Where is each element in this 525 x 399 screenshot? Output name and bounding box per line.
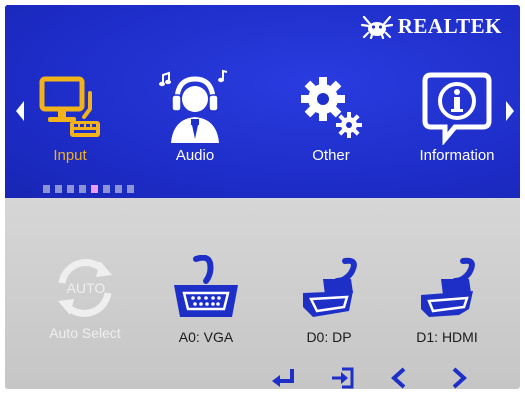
page-dot (103, 185, 110, 193)
brand: REALTEK (360, 13, 502, 39)
source-label: D1: HDMI (416, 329, 478, 345)
right-icon[interactable] (444, 367, 472, 389)
source-label: A0: VGA (178, 329, 234, 345)
page-dot (79, 185, 86, 193)
realtek-crab-logo-icon (360, 15, 393, 39)
hdmi-connector-icon (421, 257, 475, 317)
source-auto-select[interactable]: AUTO Auto Select (35, 255, 135, 341)
page-dot (127, 185, 134, 193)
menu-item-label: Information (419, 147, 495, 164)
enter-icon[interactable] (270, 367, 298, 389)
menu-item-other[interactable]: Other (281, 69, 381, 164)
menu-item-audio[interactable]: Audio (145, 69, 245, 164)
source-label: D0: DP (306, 329, 352, 345)
page-dot (43, 185, 50, 193)
hotkey-bar (270, 367, 472, 389)
monitor-keyboard-icon (39, 76, 100, 137)
menu-item-label: Other (312, 147, 350, 164)
source-a0-vga[interactable]: A0: VGA (156, 255, 256, 345)
gears-icon (301, 77, 362, 138)
auto-cycle-icon: AUTO (58, 259, 112, 317)
brand-name: REALTEK (397, 13, 502, 38)
page-dot (55, 185, 62, 193)
exit-icon[interactable] (328, 367, 356, 389)
osd-menu: REALTEK Input Audio Other Information AU… (5, 5, 520, 389)
auto-icon-text: AUTO (67, 280, 106, 296)
source-d0-dp[interactable]: D0: DP (279, 255, 379, 345)
menu-item-information[interactable]: Information (399, 69, 515, 164)
menu-item-label: Audio (175, 147, 215, 164)
page-indicator (43, 185, 134, 193)
source-label: Auto Select (49, 325, 121, 341)
page-dot (67, 185, 74, 193)
menu-item-input[interactable]: Input (20, 69, 120, 164)
info-bubble-icon (422, 72, 492, 145)
vga-connector-icon (174, 255, 238, 317)
menu-header-panel: REALTEK Input Audio Other Information (5, 5, 520, 198)
headphones-person-icon (159, 69, 228, 143)
source-d1-hdmi[interactable]: D1: HDMI (397, 255, 497, 345)
page-dot (115, 185, 122, 193)
left-icon[interactable] (386, 367, 414, 389)
displayport-connector-icon (303, 257, 357, 317)
page-dot-current (91, 185, 98, 193)
menu-item-label: Input (53, 147, 87, 164)
